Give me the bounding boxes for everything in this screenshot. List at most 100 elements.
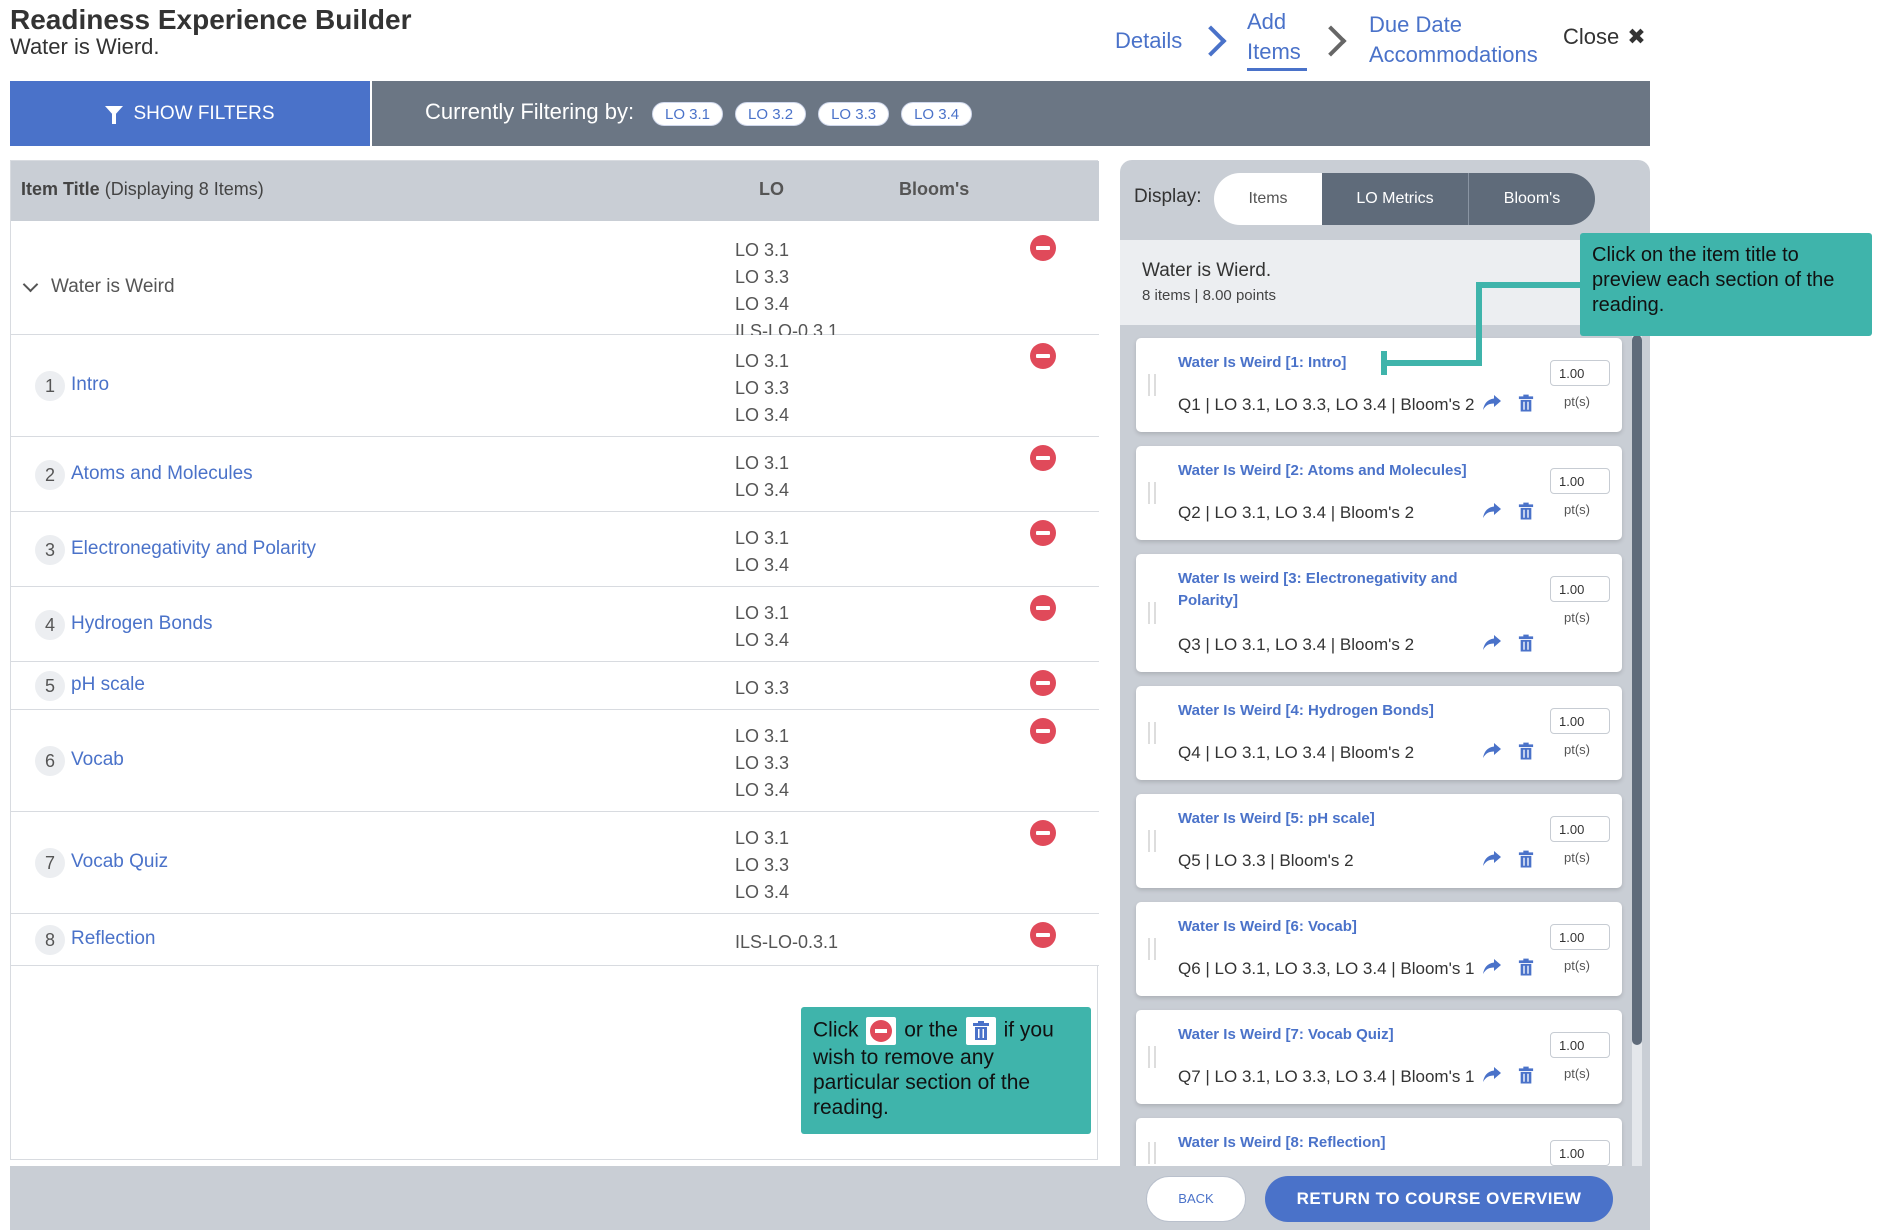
item-card[interactable]: Water Is Weird [2: Atoms and Molecules] Q… <box>1136 446 1622 540</box>
trash-icon[interactable] <box>1518 742 1538 762</box>
lo-value: LO 3.3 <box>735 678 790 698</box>
remove-button[interactable] <box>1030 922 1056 948</box>
step-add-items[interactable]: Add Items <box>1247 7 1307 71</box>
drag-handle-icon[interactable] <box>1148 938 1156 960</box>
filter-chip[interactable]: LO 3.4 <box>901 102 973 126</box>
points-input[interactable] <box>1550 468 1610 494</box>
item-meta: Q7 | LO 3.1, LO 3.3, LO 3.4 | Bloom's 1 <box>1178 1067 1475 1086</box>
filter-chips: LO 3.1 LO 3.2 LO 3.3 LO 3.4 <box>652 102 973 126</box>
item-title-link[interactable]: Water Is Weird [8: Reflection] <box>1178 1132 1498 1154</box>
remove-button[interactable] <box>1030 235 1056 261</box>
points-input[interactable] <box>1550 360 1610 386</box>
item-title-link[interactable]: Water Is Weird [4: Hydrogen Bonds] <box>1178 700 1498 722</box>
item-title-link[interactable]: Water Is Weird [2: Atoms and Molecules] <box>1178 460 1498 482</box>
row-title-link[interactable]: Reflection <box>71 928 156 950</box>
step-label-line: Items <box>1247 39 1301 64</box>
back-button[interactable]: BACK <box>1146 1176 1246 1222</box>
remove-button[interactable] <box>1030 343 1056 369</box>
points-input[interactable] <box>1550 708 1610 734</box>
row-title-link[interactable]: Hydrogen Bonds <box>71 613 213 635</box>
share-icon[interactable] <box>1482 958 1502 978</box>
close-button[interactable]: Close ✖ <box>1563 24 1646 50</box>
item-card[interactable]: Water Is weird [3: Electronegativity and… <box>1136 554 1622 672</box>
item-title-link[interactable]: Water Is Weird [7: Vocab Quiz] <box>1178 1024 1498 1046</box>
table-row: 3 Electronegativity and Polarity LO 3.1 LO … <box>11 512 1099 587</box>
row-title-link[interactable]: Vocab <box>71 749 124 771</box>
tab-items[interactable]: Items <box>1214 173 1322 225</box>
trash-icon[interactable] <box>1518 502 1538 522</box>
points-input[interactable] <box>1550 576 1610 602</box>
return-to-course-button[interactable]: RETURN TO COURSE OVERVIEW <box>1265 1176 1613 1222</box>
item-meta: Q6 | LO 3.1, LO 3.3, LO 3.4 | Bloom's 1 <box>1178 959 1475 978</box>
filter-chip[interactable]: LO 3.1 <box>652 102 724 126</box>
bloom-column-header: Bloom's <box>899 179 970 199</box>
lo-value: LO 3.4 <box>735 294 790 314</box>
item-title-link[interactable]: Water Is weird [3: Electronegativity and… <box>1178 568 1498 612</box>
drag-handle-icon[interactable] <box>1148 1142 1156 1164</box>
display-label: Display: <box>1134 186 1202 207</box>
row-title-link[interactable]: Intro <box>71 374 109 396</box>
lo-value: LO 3.1 <box>735 726 790 746</box>
item-title-link[interactable]: Water Is Weird [5: pH scale] <box>1178 808 1498 830</box>
points-input[interactable] <box>1550 1140 1610 1166</box>
step-due-date[interactable]: Due Date Accommodations <box>1369 10 1538 70</box>
lo-value: LO 3.1 <box>735 240 790 260</box>
share-icon[interactable] <box>1482 742 1502 762</box>
drag-handle-icon[interactable] <box>1148 482 1156 504</box>
share-icon[interactable] <box>1482 1066 1502 1086</box>
item-card[interactable]: Water Is Weird [6: Vocab] Q6 | LO 3.1, LO… <box>1136 902 1622 996</box>
filter-chip[interactable]: LO 3.2 <box>735 102 807 126</box>
share-icon[interactable] <box>1482 502 1502 522</box>
title-col-label: Item Title <box>21 179 100 199</box>
remove-button[interactable] <box>1030 445 1056 471</box>
row-title-link[interactable]: Vocab Quiz <box>71 851 168 873</box>
remove-button[interactable] <box>1030 670 1056 696</box>
share-icon[interactable] <box>1482 394 1502 414</box>
lo-value: LO 3.3 <box>735 378 790 398</box>
drag-handle-icon[interactable] <box>1148 602 1156 624</box>
filter-chip[interactable]: LO 3.3 <box>818 102 890 126</box>
remove-tip-middle: or the <box>904 1018 958 1042</box>
trash-icon[interactable] <box>1518 958 1538 978</box>
table-row: 5 pH scale LO 3.3 <box>11 662 1099 710</box>
row-title-link[interactable]: Atoms and Molecules <box>71 463 253 485</box>
step-label-line: Accommodations <box>1369 42 1538 67</box>
row-number: 7 <box>35 848 65 878</box>
points-input[interactable] <box>1550 924 1610 950</box>
group-title[interactable]: Water is Weird <box>51 276 175 298</box>
item-card[interactable]: Water Is Weird [5: pH scale] Q5 | LO 3.3 … <box>1136 794 1622 888</box>
drag-handle-icon[interactable] <box>1148 830 1156 852</box>
remove-button[interactable] <box>1030 595 1056 621</box>
lo-list: LO 3.1 LO 3.3 LO 3.4 <box>735 723 789 804</box>
trash-icon[interactable] <box>1518 1066 1538 1086</box>
points-input[interactable] <box>1550 1032 1610 1058</box>
item-card[interactable]: Water Is Weird [1: Intro] Q1 | LO 3.1, LO… <box>1136 338 1622 432</box>
show-filters-button[interactable]: SHOW FILTERS <box>10 81 372 146</box>
row-title-link[interactable]: Electronegativity and Polarity <box>71 538 316 560</box>
trash-icon[interactable] <box>1518 394 1538 414</box>
remove-tip-prefix: Click <box>813 1018 859 1042</box>
tab-lo-metrics[interactable]: LO Metrics <box>1322 173 1469 225</box>
item-card[interactable]: Water Is Weird [7: Vocab Quiz] Q7 | LO 3.… <box>1136 1010 1622 1104</box>
item-card[interactable]: Water Is Weird [8: Reflection] <box>1136 1118 1622 1166</box>
drag-handle-icon[interactable] <box>1148 1046 1156 1068</box>
trash-icon[interactable] <box>1518 850 1538 870</box>
tab-blooms[interactable]: Bloom's <box>1469 173 1595 225</box>
remove-button[interactable] <box>1030 820 1056 846</box>
item-title-link[interactable]: Water Is Weird [6: Vocab] <box>1178 916 1498 938</box>
drag-handle-icon[interactable] <box>1148 374 1156 396</box>
item-card[interactable]: Water Is Weird [4: Hydrogen Bonds] Q4 | L… <box>1136 686 1622 780</box>
table-header: Item Title (Displaying 8 Items) LO Bloom… <box>11 161 1099 221</box>
drag-handle-icon[interactable] <box>1148 722 1156 744</box>
trash-icon[interactable] <box>1518 634 1538 654</box>
share-icon[interactable] <box>1482 850 1502 870</box>
points-input[interactable] <box>1550 816 1610 842</box>
points-unit: pt(s) <box>1564 850 1590 865</box>
scrollbar-thumb[interactable] <box>1632 335 1642 1045</box>
share-icon[interactable] <box>1482 634 1502 654</box>
row-title-link[interactable]: pH scale <box>71 674 145 696</box>
remove-button[interactable] <box>1030 520 1056 546</box>
chevron-down-icon[interactable] <box>22 276 39 293</box>
remove-button[interactable] <box>1030 718 1056 744</box>
step-details[interactable]: Details <box>1115 26 1182 56</box>
